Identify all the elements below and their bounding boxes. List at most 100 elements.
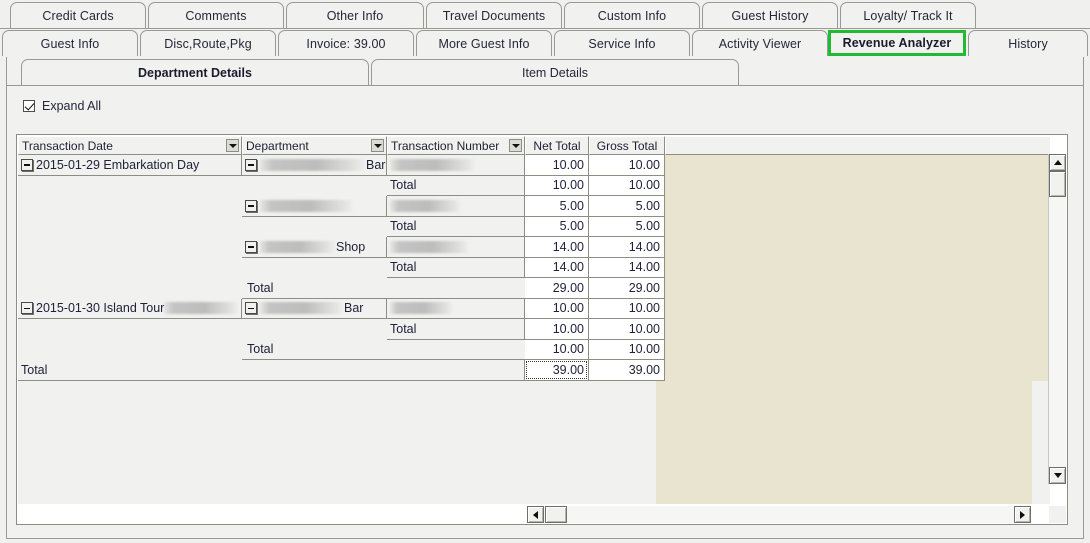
cell-net-total[interactable]: 14.00	[525, 237, 589, 258]
cell-department[interactable]: Total	[242, 278, 525, 299]
cell-transaction-number[interactable]: Total	[387, 257, 525, 278]
tab-guest-history[interactable]: Guest History	[702, 2, 838, 28]
cell-department[interactable]: Bar	[242, 298, 387, 319]
table-row[interactable]: Total 5.00 5.00	[18, 216, 1050, 237]
column-header-transaction-date[interactable]: Transaction Date	[18, 136, 242, 155]
tab-revenue-analyzer[interactable]: Revenue Analyzer	[828, 30, 966, 56]
tab-custom-info[interactable]: Custom Info	[564, 2, 700, 28]
cell-net-total[interactable]: 14.00	[525, 257, 589, 278]
cell-grand-gross-total[interactable]: 39.00	[589, 360, 665, 381]
cell-transaction-date[interactable]	[18, 216, 242, 237]
tab-travel-documents[interactable]: Travel Documents	[426, 2, 562, 28]
cell-gross-total[interactable]: 10.00	[589, 319, 665, 340]
cell-department[interactable]	[242, 196, 387, 217]
grid-grand-total-row[interactable]: Total 39.00 39.00	[18, 360, 1050, 381]
expand-all-checkbox[interactable]	[23, 100, 35, 112]
cell-transaction-date[interactable]	[18, 257, 242, 278]
cell-transaction-date[interactable]	[18, 278, 242, 299]
cell-transaction-date[interactable]	[18, 196, 242, 217]
cell-department[interactable]: Total	[242, 339, 525, 360]
horizontal-scroll-thumb[interactable]	[545, 506, 567, 523]
cell-net-total[interactable]: 10.00	[525, 175, 589, 196]
cell-grand-total-label[interactable]: Total	[18, 360, 525, 381]
scroll-down-button[interactable]	[1049, 467, 1066, 484]
cell-net-total[interactable]: 10.00	[525, 155, 589, 176]
column-filter-dropdown-button[interactable]	[226, 139, 239, 152]
scroll-right-button[interactable]	[1014, 506, 1031, 523]
collapse-node-icon[interactable]	[245, 158, 257, 171]
cell-grand-net-total[interactable]: 39.00	[525, 360, 589, 381]
tab-more-guest-info[interactable]: More Guest Info	[416, 30, 552, 56]
subtab-department-details[interactable]: Department Details	[21, 59, 369, 85]
cell-department[interactable]: Bar	[242, 155, 387, 176]
collapse-node-icon[interactable]	[21, 302, 33, 315]
cell-gross-total[interactable]: 10.00	[589, 155, 665, 176]
cell-net-total[interactable]: 29.00	[525, 278, 589, 299]
scroll-up-button[interactable]	[1049, 154, 1066, 171]
column-header-department[interactable]: Department	[242, 136, 387, 155]
table-row[interactable]: 5.00 5.00	[18, 196, 1050, 217]
cell-gross-total[interactable]: 5.00	[589, 196, 665, 217]
column-header-net-total[interactable]: Net Total	[525, 136, 589, 155]
cell-transaction-number[interactable]	[387, 196, 525, 217]
collapse-node-icon[interactable]	[245, 199, 257, 212]
table-row[interactable]: Shop 14.00 14.00	[18, 237, 1050, 258]
cell-net-total[interactable]: 5.00	[525, 196, 589, 217]
subtab-item-details[interactable]: Item Details	[371, 59, 739, 85]
collapse-node-icon[interactable]	[21, 158, 33, 171]
column-header-gross-total[interactable]: Gross Total	[589, 136, 665, 155]
tab-guest-info[interactable]: Guest Info	[2, 30, 138, 56]
cell-net-total[interactable]: 5.00	[525, 216, 589, 237]
column-filter-dropdown-button[interactable]	[509, 139, 522, 152]
table-row[interactable]: Total 29.00 29.00	[18, 278, 1050, 299]
tab-service-info[interactable]: Service Info	[554, 30, 690, 56]
tab-invoice-39-00[interactable]: Invoice: 39.00	[278, 30, 414, 56]
tab-other-info[interactable]: Other Info	[286, 2, 424, 28]
cell-department[interactable]	[242, 175, 387, 196]
tab-loyalty-track-it[interactable]: Loyalty/ Track It	[840, 2, 976, 28]
cell-gross-total[interactable]: 10.00	[589, 175, 665, 196]
table-row[interactable]: Total 10.00 10.00	[18, 339, 1050, 360]
collapse-node-icon[interactable]	[245, 240, 257, 253]
tab-disc-route-pkg[interactable]: Disc,Route,Pkg	[140, 30, 276, 56]
cell-transaction-date[interactable]	[18, 319, 242, 340]
cell-gross-total[interactable]: 10.00	[589, 339, 665, 360]
table-row[interactable]: Total 10.00 10.00	[18, 319, 1050, 340]
cell-transaction-date[interactable]	[18, 175, 242, 196]
cell-gross-total[interactable]: 29.00	[589, 278, 665, 299]
tab-comments[interactable]: Comments	[148, 2, 284, 28]
column-filter-dropdown-button[interactable]	[371, 139, 384, 152]
cell-department[interactable]: Shop	[242, 237, 387, 258]
tab-activity-viewer[interactable]: Activity Viewer	[692, 30, 828, 56]
cell-department[interactable]	[242, 216, 387, 237]
cell-gross-total[interactable]: 10.00	[589, 298, 665, 319]
tab-history[interactable]: History	[968, 30, 1088, 56]
tab-credit-cards[interactable]: Credit Cards	[10, 2, 146, 28]
table-row[interactable]: 2015-01-30 Island Tour Bar 10.00 10.00	[18, 298, 1050, 319]
cell-transaction-date[interactable]	[18, 237, 242, 258]
cell-transaction-number[interactable]: Total	[387, 175, 525, 196]
cell-transaction-number[interactable]	[387, 237, 525, 258]
vertical-scrollbar[interactable]	[1048, 154, 1066, 484]
cell-gross-total[interactable]: 5.00	[589, 216, 665, 237]
cell-transaction-number[interactable]: Total	[387, 216, 525, 237]
collapse-node-icon[interactable]	[245, 302, 257, 315]
cell-net-total[interactable]: 10.00	[525, 339, 589, 360]
table-row[interactable]: 2015-01-29 Embarkation Day Bar 10.00 10.00	[18, 155, 1050, 176]
horizontal-scrollbar[interactable]	[527, 506, 1031, 523]
cell-transaction-number[interactable]	[387, 155, 525, 176]
table-row[interactable]: Total 10.00 10.00	[18, 175, 1050, 196]
cell-transaction-number[interactable]: Total	[387, 319, 525, 340]
column-header-transaction-number[interactable]: Transaction Number	[387, 136, 525, 155]
cell-net-total[interactable]: 10.00	[525, 298, 589, 319]
cell-department[interactable]	[242, 319, 387, 340]
cell-transaction-date[interactable]: 2015-01-30 Island Tour	[18, 298, 242, 319]
vertical-scroll-thumb[interactable]	[1049, 171, 1066, 197]
cell-department[interactable]	[242, 257, 387, 278]
table-row[interactable]: Total 14.00 14.00	[18, 257, 1050, 278]
cell-gross-total[interactable]: 14.00	[589, 257, 665, 278]
cell-gross-total[interactable]: 14.00	[589, 237, 665, 258]
cell-net-total[interactable]: 10.00	[525, 319, 589, 340]
expand-all-control[interactable]: Expand All	[23, 99, 101, 113]
cell-transaction-date[interactable]: 2015-01-29 Embarkation Day	[18, 155, 242, 176]
